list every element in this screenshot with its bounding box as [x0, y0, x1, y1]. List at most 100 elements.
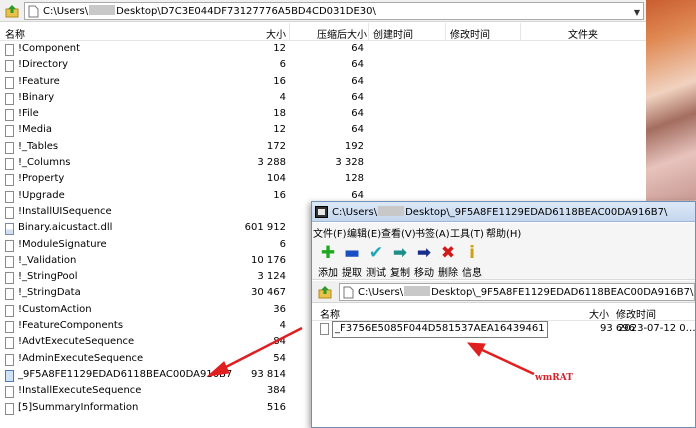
extract-icon: ▬	[343, 243, 361, 263]
file-name: !File	[18, 108, 39, 120]
menu-item[interactable]: 工具(T)	[450, 225, 484, 240]
file-name: !_Tables	[18, 140, 59, 152]
redacted-username	[89, 5, 116, 15]
delete-button[interactable]: ✖ 删除	[435, 242, 461, 279]
file-compressed-size: 64	[351, 91, 364, 103]
menu-bar: 文件(F) 编辑(E) 查看(V) 书签(A) 工具(T) 帮助(H)	[312, 223, 695, 240]
background-photo	[646, 0, 696, 200]
file-size: 172	[266, 140, 286, 152]
file-icon	[5, 190, 14, 203]
file-size: 18	[273, 108, 286, 120]
file-name: !Property	[18, 173, 65, 185]
folder-up-icon[interactable]	[318, 285, 332, 299]
column-name[interactable]: 名称	[5, 26, 25, 41]
chevron-down-icon[interactable]: ▼	[634, 8, 640, 17]
file-icon	[28, 5, 39, 18]
toolbar-label: 添加	[318, 268, 338, 279]
file-icon	[5, 386, 14, 399]
table-row[interactable]: !Media 12 64	[0, 123, 646, 139]
test-icon: ✔	[368, 243, 384, 263]
file-compressed-size: 64	[351, 43, 364, 54]
info-button[interactable]: i 信息	[459, 242, 485, 279]
file-icon	[5, 109, 14, 122]
file-name: !InstallExecuteSequence	[18, 385, 142, 397]
table-row[interactable]: !Property 104 128	[0, 172, 646, 188]
menu-item[interactable]: 编辑(E)	[347, 225, 381, 240]
file-name: !InstallUISequence	[18, 205, 112, 217]
extract-button[interactable]: ▬ 提取	[339, 242, 365, 279]
file-size: 93 814	[251, 368, 286, 380]
column-folder[interactable]: 文件夹	[568, 26, 598, 41]
archive-window-front[interactable]: C:\Users\ Desktop\_9F5A8FE1129EDAD6118BEA…	[311, 201, 696, 428]
file-name: !AdvtExecuteSequence	[18, 336, 135, 348]
file-icon	[5, 369, 14, 382]
file-name: !ModuleSignature	[18, 238, 107, 250]
folder-up-icon[interactable]	[5, 4, 19, 18]
file-size: 6	[279, 59, 286, 71]
file-icon	[5, 76, 14, 89]
file-name: !_StringData	[18, 287, 81, 299]
file-compressed-size: 192	[344, 140, 364, 152]
table-row[interactable]: !Feature 16 64	[0, 75, 646, 91]
file-name[interactable]: _F3756E5085F044D581537AEA16439461	[332, 321, 548, 338]
window-title: C:\Users\ Desktop\_9F5A8FE1129EDAD6118BEA…	[332, 206, 668, 218]
file-size: 36	[273, 303, 286, 315]
address-input[interactable]: C:\Users\ Desktop\_9F5A8FE1129EDAD6118BEA…	[339, 283, 695, 301]
add-button[interactable]: ✚ 添加	[315, 242, 341, 279]
delete-icon: ✖	[440, 243, 456, 263]
column-modified[interactable]: 修改时间	[616, 306, 656, 321]
table-row[interactable]: !Directory 6 64	[0, 58, 646, 74]
file-icon	[5, 158, 14, 171]
file-compressed-size: 128	[344, 173, 364, 185]
table-row[interactable]: !Binary 4 64	[0, 91, 646, 107]
menu-item[interactable]: 帮助(H)	[486, 225, 521, 240]
file-size: 4	[279, 320, 286, 332]
test-button[interactable]: ✔ 测试	[363, 242, 389, 279]
file-compressed-size: 64	[351, 124, 364, 136]
file-size: 6	[279, 238, 286, 250]
menu-item[interactable]: 查看(V)	[381, 225, 416, 240]
file-compressed-size: 64	[351, 75, 364, 87]
column-size[interactable]: 大小	[266, 26, 286, 41]
column-header: 名称 大小 修改时间	[312, 304, 695, 321]
column-size[interactable]: 大小	[589, 306, 609, 321]
menu-item[interactable]: 书签(A)	[415, 225, 450, 240]
file-icon	[5, 60, 14, 73]
info-icon: i	[469, 243, 475, 263]
table-row[interactable]: !_Columns 3 288 3 328	[0, 156, 646, 172]
column-compressed-size[interactable]: 压缩后大小	[317, 26, 367, 41]
move-button[interactable]: ➡ 移动	[411, 242, 437, 279]
toolbar-label: 测试	[366, 268, 386, 279]
copy-button[interactable]: ➡ 复制	[387, 242, 413, 279]
file-size: 4	[279, 91, 286, 103]
annotation-label: wmRAT	[535, 373, 573, 383]
file-name: !Directory	[18, 59, 69, 71]
address-input[interactable]: C:\Users\ Desktop\D7C3E044DF73127776A5BD4…	[24, 2, 644, 20]
list-item[interactable]: _F3756E5085F044D581537AEA16439461 93 696…	[312, 321, 696, 338]
file-size: 3 124	[257, 271, 286, 283]
toolbar: ✚ 添加 ▬ 提取 ✔ 测试 ➡ 复制 ➡ 移动 ✖ 删除 i 信息	[312, 240, 695, 280]
column-modified[interactable]: 修改时间	[450, 26, 490, 41]
file-icon	[5, 92, 14, 105]
file-icon	[5, 272, 14, 285]
address-path: C:\Users\ Desktop\D7C3E044DF73127776A5BD4…	[43, 5, 376, 17]
table-row[interactable]: !File 18 64	[0, 107, 646, 123]
file-size: 54	[273, 352, 286, 364]
title-bar[interactable]: C:\Users\ Desktop\_9F5A8FE1129EDAD6118BEA…	[312, 202, 695, 222]
menu-item[interactable]: 文件(F)	[313, 225, 347, 240]
file-icon	[5, 44, 14, 56]
table-row[interactable]: !Component 12 64	[0, 42, 646, 58]
file-icon	[5, 337, 14, 350]
file-size: 12	[273, 43, 286, 54]
app-icon	[315, 206, 328, 218]
column-header: 名称 大小 压缩后大小 创建时间 修改时间 文件夹	[0, 23, 646, 41]
address-bar: C:\Users\ Desktop\_9F5A8FE1129EDAD6118BEA…	[312, 281, 695, 303]
column-created[interactable]: 创建时间	[373, 26, 413, 41]
column-name[interactable]: 名称	[320, 306, 340, 321]
toolbar-label: 复制	[390, 268, 410, 279]
file-icon	[5, 206, 14, 219]
redacted-username	[404, 286, 431, 296]
table-row[interactable]: !_Tables 172 192	[0, 140, 646, 156]
file-compressed-size: 64	[351, 59, 364, 71]
file-size: 12	[273, 124, 286, 136]
